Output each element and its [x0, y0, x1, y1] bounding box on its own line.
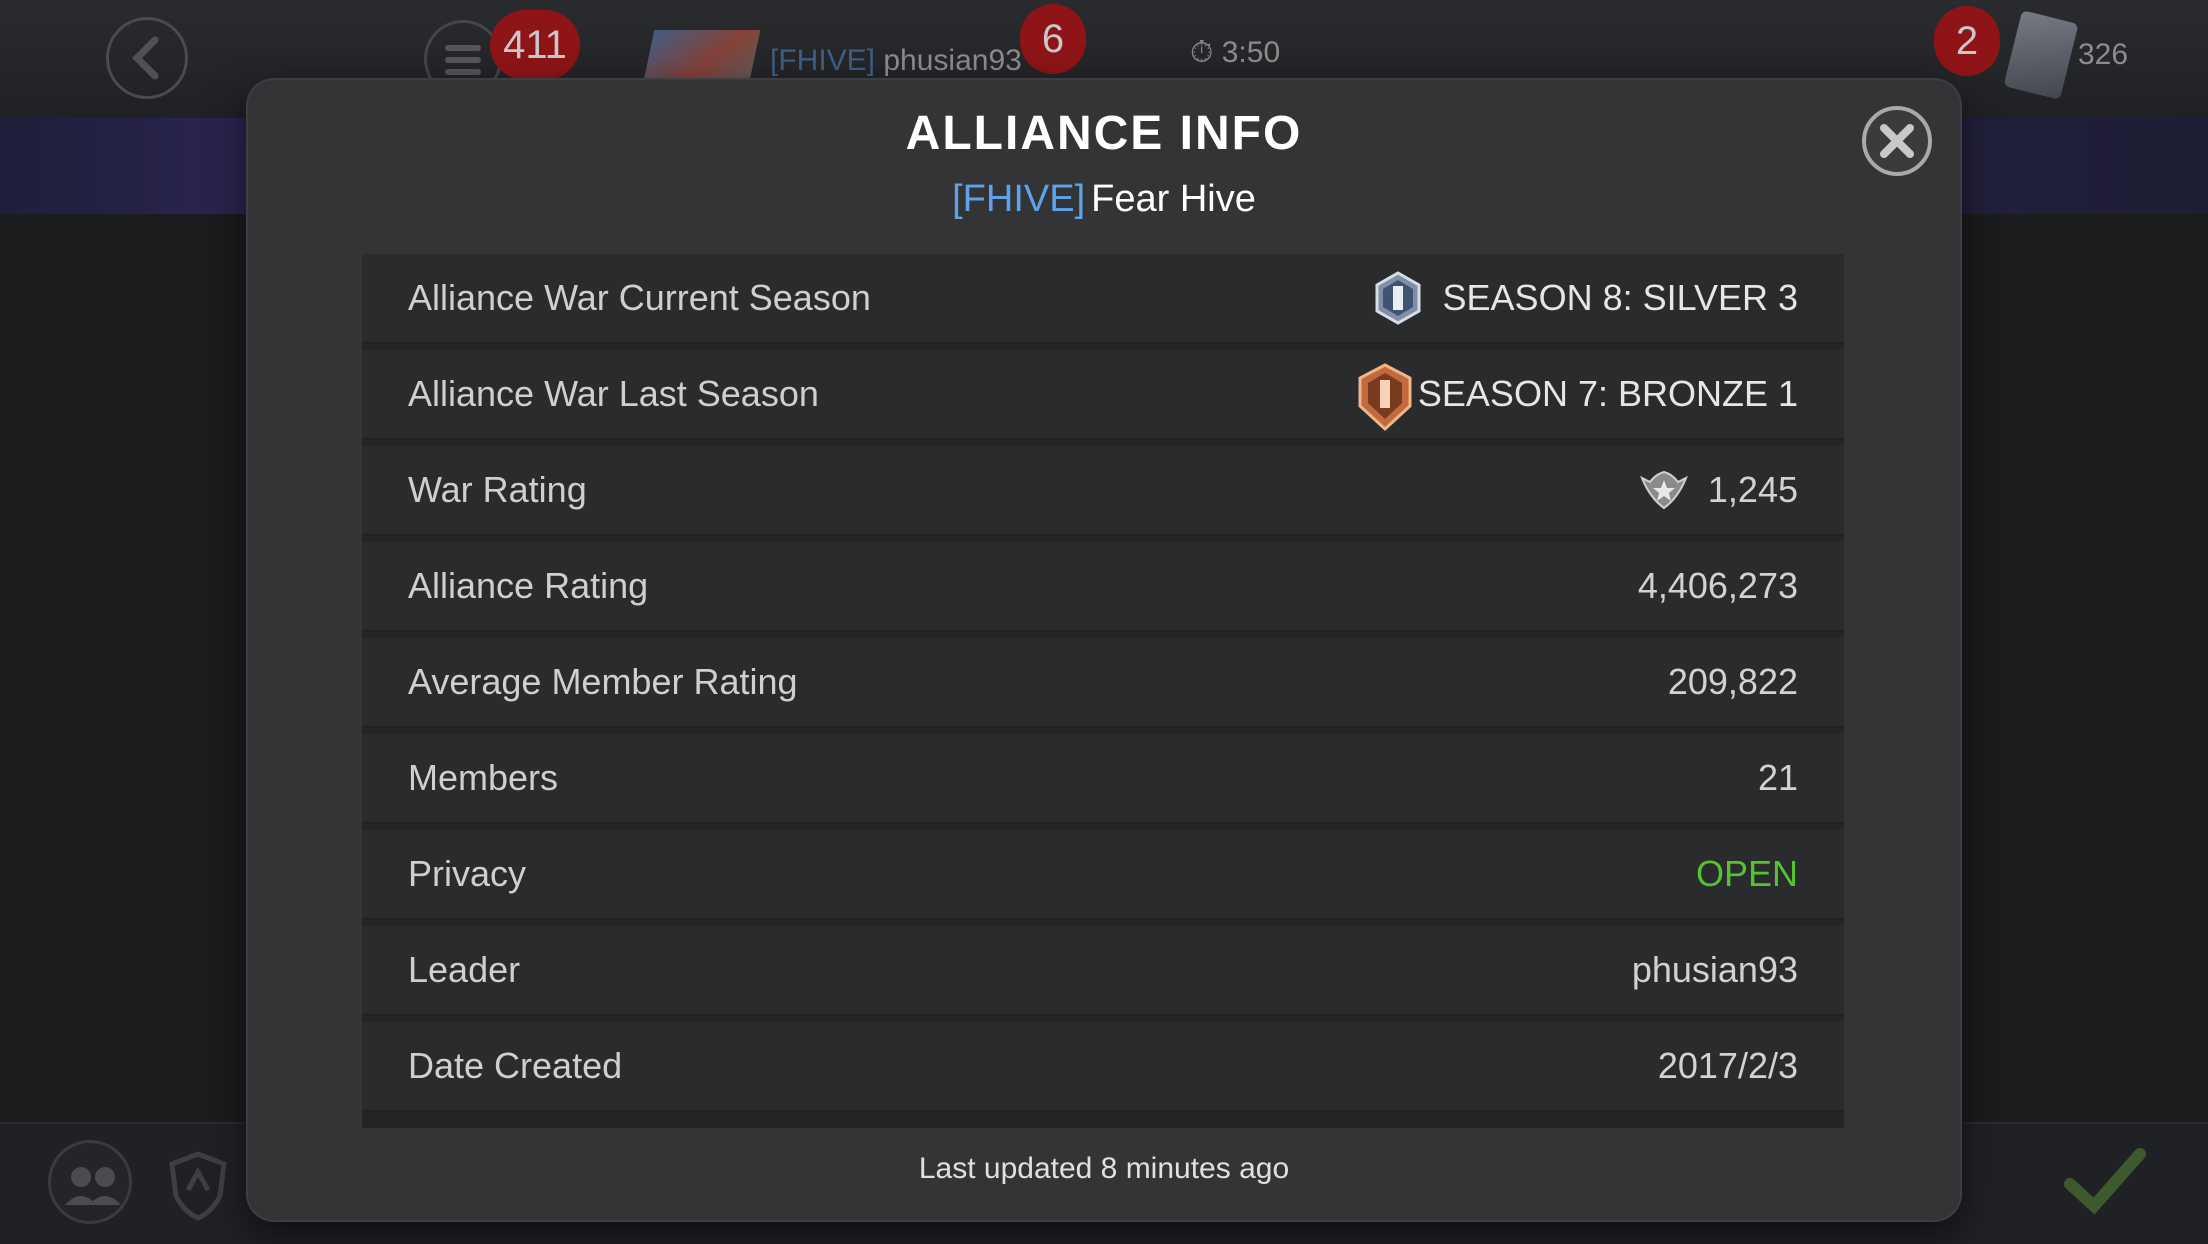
- player-tag: [FHIVE] phusian93: [770, 44, 1022, 78]
- mail-badge: 6: [1020, 4, 1086, 74]
- alliance-info-table: Alliance War Current Season SEASON 8: SI…: [362, 254, 1844, 1128]
- alliance-members-button[interactable]: [48, 1140, 132, 1224]
- row-value: 209,822: [1667, 661, 1798, 702]
- leader-name-link[interactable]: phusian93: [1632, 926, 1798, 1014]
- currency-amount: 326: [2078, 38, 2129, 71]
- menu-line: [445, 45, 481, 51]
- row-war-rating: War Rating 1,245: [362, 446, 1844, 536]
- alliance-info-dialog: ALLIANCE INFO [FHIVE] Fear Hive Alliance …: [248, 80, 1960, 1220]
- timer: ⏱ 3:50: [1190, 36, 1280, 70]
- row-value: 1,245: [1707, 469, 1798, 510]
- row-last-season: Alliance War Last Season SEASON 7: BRONZ…: [362, 350, 1844, 440]
- row-leader: Leader phusian93: [362, 926, 1844, 1016]
- row-label: Privacy: [408, 853, 527, 894]
- row-value: SEASON 8: SILVER 3: [1442, 277, 1798, 318]
- shield-icon[interactable]: [166, 1150, 230, 1222]
- silver-tier-badge-icon: [1375, 271, 1421, 325]
- row-date-created: Date Created 2017/2/3: [362, 1022, 1844, 1112]
- menu-line: [445, 69, 481, 75]
- row-alliance-rating: Alliance Rating 4,406,273: [362, 542, 1844, 632]
- notifications-badge: 411: [490, 10, 580, 80]
- row-label: Average Member Rating: [408, 661, 798, 702]
- privacy-status: OPEN: [1695, 853, 1798, 894]
- alliance-tag: [FHIVE]: [952, 178, 1086, 220]
- row-label: Date Created: [408, 1045, 623, 1086]
- dialog-title: ALLIANCE INFO: [905, 107, 1303, 160]
- people-icon: [65, 1167, 121, 1205]
- close-icon: [1880, 124, 1914, 158]
- alert-badge: 2: [1934, 6, 2000, 76]
- row-label: Leader: [408, 949, 521, 990]
- bronze-tier-badge-icon: [1358, 363, 1412, 432]
- row-label: Alliance War Current Season: [408, 277, 871, 318]
- last-updated-text: Last updated 8 minutes ago: [918, 1152, 1290, 1185]
- chevron-left-icon: [132, 36, 159, 80]
- alliance-name: Fear Hive: [1091, 178, 1256, 220]
- row-current-season: Alliance War Current Season SEASON 8: SI…: [362, 254, 1844, 344]
- row-members: Members 21: [362, 734, 1844, 824]
- timer-value: 3:50: [1221, 36, 1281, 69]
- war-rating-emblem-icon: [1640, 470, 1688, 510]
- row-value: 2017/2/3: [1657, 1045, 1798, 1086]
- player-name: phusian93: [883, 44, 1022, 77]
- check-icon[interactable]: [2060, 1140, 2150, 1220]
- row-privacy: Privacy OPEN: [362, 830, 1844, 920]
- row-label: Members: [408, 757, 559, 798]
- back-button[interactable]: [106, 17, 188, 99]
- row-label: War Rating: [408, 469, 587, 510]
- menu-line: [445, 57, 481, 63]
- row-average-member-rating: Average Member Rating 209,822: [362, 638, 1844, 728]
- row-value: 21: [1757, 757, 1798, 798]
- row-value: SEASON 7: BRONZE 1: [1417, 373, 1798, 414]
- row-label: Alliance Rating: [408, 565, 649, 606]
- player-alliance-tag: [FHIVE]: [770, 44, 876, 77]
- alliance-name-line: [FHIVE] Fear Hive: [248, 178, 1960, 221]
- row-value: 4,406,273: [1637, 565, 1798, 606]
- stopwatch-icon: ⏱: [1190, 36, 1214, 69]
- row-label: Alliance War Last Season: [408, 373, 819, 414]
- close-button[interactable]: [1862, 106, 1932, 176]
